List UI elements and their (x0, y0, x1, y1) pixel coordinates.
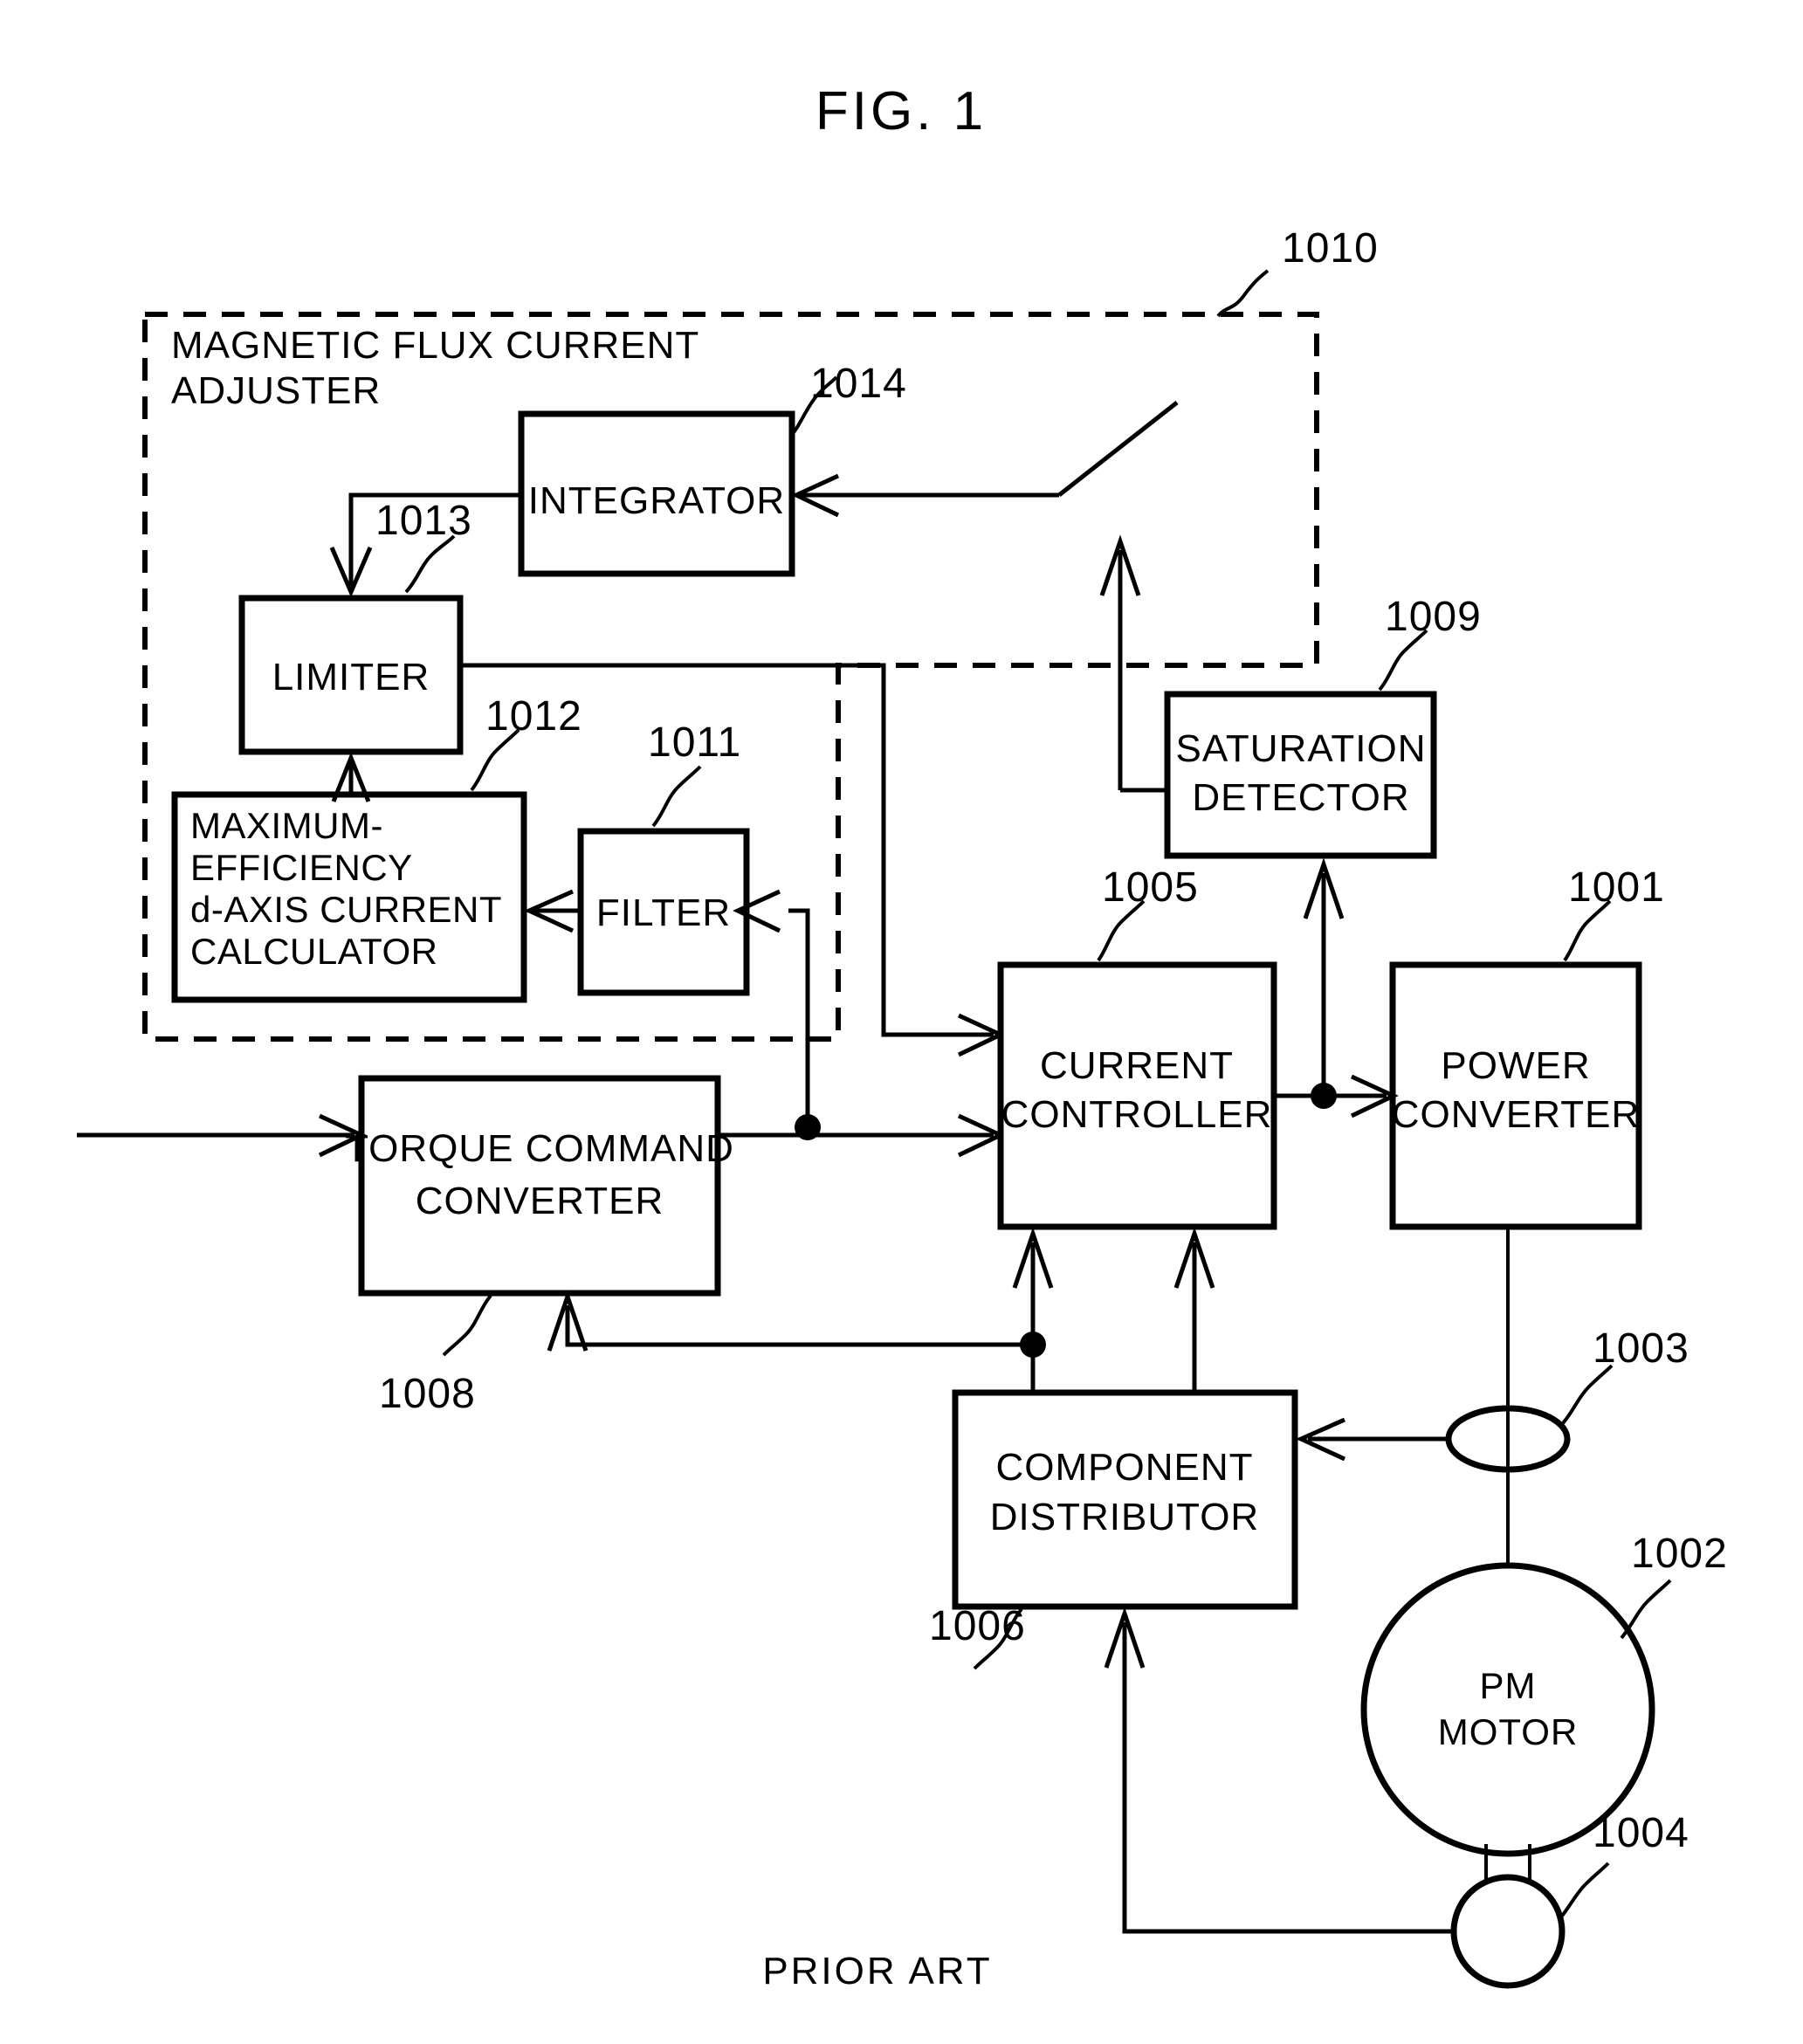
block-current-controller-label-line2: CONTROLLER (1001, 1093, 1273, 1136)
block-component-distributor-label-line2: DISTRIBUTOR (990, 1496, 1259, 1538)
figure-canvas: FIG. 1 1010 MAGNETIC FLUX CURRENT ADJUST… (77, 81, 1728, 1992)
ref-number-1001: 1001 (1568, 864, 1665, 911)
figure-title: FIG. 1 (815, 81, 987, 141)
block-current-controller-label-line1: CURRENT (1040, 1044, 1234, 1087)
block-torque-command-converter-label-line2: CONVERTER (416, 1180, 664, 1222)
ref-number-1014: 1014 (810, 361, 907, 407)
ref-leader-1002 (1620, 1579, 1672, 1640)
switch-blade[interactable] (1057, 401, 1179, 497)
block-integrator-label: INTEGRATOR (528, 479, 785, 522)
block-saturation-detector-label-line2: DETECTOR (1192, 776, 1409, 819)
patent-figure: FIG. 1 1010 MAGNETIC FLUX CURRENT ADJUST… (0, 0, 1803, 2044)
ref-number-1005: 1005 (1102, 864, 1199, 911)
block-power-converter-label-line1: POWER (1441, 1044, 1590, 1087)
ref-leader-1004 (1558, 1862, 1610, 1921)
block-component-distributor-label-line1: COMPONENT (996, 1446, 1254, 1489)
block-power-converter-label-line2: CONVERTER (1392, 1093, 1640, 1136)
block-max-efficiency-calculator-label-line2: EFFICIENCY (190, 847, 413, 888)
pm-motor-label-line2: MOTOR (1438, 1711, 1579, 1752)
ref-number-1012: 1012 (485, 693, 582, 740)
group-label-line1: MAGNETIC FLUX CURRENT (171, 324, 699, 367)
prior-art-label: PRIOR ART (762, 1950, 992, 1992)
ref-number-1013: 1013 (375, 498, 472, 544)
block-max-efficiency-calculator-label-line1: MAXIMUM- (190, 805, 383, 846)
junction-dot-torque-bus (795, 1114, 821, 1140)
ref-number-1006: 1006 (929, 1603, 1026, 1649)
ref-number-1011: 1011 (648, 719, 741, 766)
block-limiter-label: LIMITER (272, 656, 430, 699)
wire-torquebus-to-filter (788, 908, 810, 1127)
ref-leader-1003 (1561, 1364, 1614, 1425)
ref-number-1002: 1002 (1631, 1531, 1728, 1577)
ref-leader-1010 (1216, 269, 1270, 318)
group-label-line2: ADJUSTER (171, 369, 381, 412)
encoder-symbol (1450, 1874, 1566, 1989)
ref-leader-1013 (404, 534, 456, 594)
block-saturation-detector-label-line1: SATURATION (1175, 727, 1426, 770)
ref-number-1004: 1004 (1593, 1810, 1689, 1856)
block-max-efficiency-calculator-label-line3: d-AXIS CURRENT (190, 889, 502, 930)
ref-number-1009: 1009 (1385, 594, 1482, 640)
pm-motor-label-line1: PM (1480, 1665, 1537, 1706)
block-torque-command-converter-label-line1: TORQUE COMMAND (345, 1127, 734, 1170)
ref-leader-1011 (651, 765, 702, 828)
ref-leader-1008 (442, 1294, 492, 1357)
wire-speed-feedback-to-torque-converter (565, 1305, 1033, 1347)
ref-number-1010: 1010 (1282, 225, 1379, 272)
ref-number-1003: 1003 (1593, 1325, 1689, 1372)
ref-number-1008: 1008 (379, 1371, 476, 1417)
block-filter-label: FILTER (596, 891, 731, 934)
block-saturation-detector[interactable] (1164, 691, 1437, 859)
block-max-efficiency-calculator-label-line4: CALCULATOR (190, 931, 438, 972)
